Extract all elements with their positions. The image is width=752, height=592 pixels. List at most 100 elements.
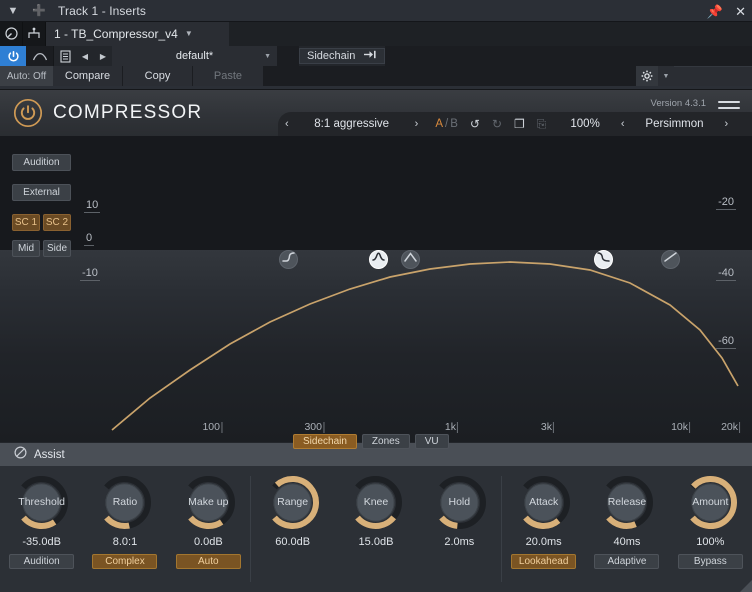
compare-button[interactable]: Compare (53, 66, 123, 86)
knob-toggle-audition[interactable]: Audition (9, 554, 74, 569)
host-transport-row: ◀ ▶ default* ▼ Sidechain (0, 46, 752, 66)
paste-button[interactable]: Paste (193, 66, 264, 86)
node-handle-2[interactable] (401, 250, 420, 269)
sidebar-item-sc2[interactable]: SC 2 (43, 214, 71, 231)
sidebar-item-audition[interactable]: Audition (12, 154, 71, 171)
sidebar-item-external[interactable]: External (12, 184, 71, 201)
ab-compare[interactable]: A/B (435, 118, 458, 130)
high-pass-icon (663, 250, 678, 269)
knob-knee[interactable]: Knee15.0dB- (335, 474, 417, 592)
x-axis-tick: 20k (721, 422, 740, 433)
knob-icon[interactable] (0, 22, 23, 46)
knob-toggle-auto[interactable]: Auto (176, 554, 241, 569)
auto-state-button[interactable]: Auto: Off (0, 66, 53, 86)
window-menu-icon[interactable]: ▼ (0, 0, 26, 22)
knob-dial[interactable]: Attack (515, 474, 572, 531)
external-label: External (12, 184, 71, 201)
ab-separator: / (445, 118, 448, 130)
ab-b-label[interactable]: B (450, 118, 458, 130)
knob-toggle-adaptive[interactable]: Adaptive (594, 554, 659, 569)
knob-dial[interactable]: Knee (347, 474, 404, 531)
sidebar-item-mid[interactable]: Mid (12, 240, 40, 257)
tab-sidechain[interactable]: Sidechain (293, 434, 357, 449)
x-axis-tick: 3k (541, 422, 554, 433)
knob-dial[interactable]: Threshold (13, 474, 70, 531)
bell-icon (371, 250, 386, 269)
plugin-slot-select[interactable]: 1 - TB_Compressor_v4 ▼ (46, 22, 229, 46)
sidechain-route-icon (364, 50, 377, 62)
redo-icon[interactable]: ↻ (492, 117, 502, 131)
node-handle-0[interactable] (279, 250, 298, 269)
plugin-power-button[interactable] (0, 46, 26, 66)
tab-vu[interactable]: VU (415, 434, 449, 449)
host-sidechain-button[interactable]: Sidechain (299, 48, 385, 64)
zoom-level[interactable]: 100% (570, 118, 599, 130)
gear-menu-arrow-icon[interactable]: ▼ (658, 66, 674, 86)
theme-name[interactable]: Persimmon (631, 118, 717, 130)
host-row2-filler (229, 22, 752, 46)
node-handle-1[interactable] (369, 250, 388, 269)
preset-name[interactable]: 8:1 aggressive (296, 118, 408, 130)
copy-icon[interactable]: ❐ (514, 117, 525, 131)
knob-dial[interactable]: Make up (180, 474, 237, 531)
x-axis-tick: 100 (202, 422, 222, 433)
assist-circle-icon (14, 446, 27, 464)
sidebar-item-side[interactable]: Side (43, 240, 71, 257)
theme-next-icon[interactable]: › (717, 118, 735, 130)
close-icon[interactable]: ✕ (735, 5, 746, 18)
plugin-header: COMPRESSOR Version 4.3.1 ‹ 8:1 aggressiv… (0, 90, 752, 136)
undo-icon[interactable]: ↺ (470, 117, 480, 131)
knob-value: 20.0ms (526, 536, 562, 548)
paste-icon[interactable]: ⎘ (537, 117, 547, 132)
host-title: Track 1 - Inserts (58, 4, 146, 18)
knob-toggle-complex[interactable]: Complex (92, 554, 157, 569)
resize-grip[interactable] (738, 578, 752, 592)
pin-icon[interactable]: 📌 (707, 5, 723, 18)
tab-zones[interactable]: Zones (362, 434, 410, 449)
sidechain-source-row: SC 1 SC 2 (12, 214, 71, 231)
knob-threshold[interactable]: Threshold-35.0dBAudition (1, 474, 83, 592)
knob-dial[interactable]: Ratio (96, 474, 153, 531)
page-title: COMPRESSOR (53, 102, 202, 124)
knob-value: 15.0dB (359, 536, 394, 548)
routing-icon[interactable] (23, 22, 46, 46)
izotope-power-logo (12, 97, 44, 129)
knob-dial[interactable]: Hold (431, 474, 488, 531)
knob-ratio[interactable]: Ratio8.0:1Complex (84, 474, 166, 592)
copy-button[interactable]: Copy (123, 66, 193, 86)
preset-list-icon[interactable] (54, 46, 76, 66)
knob-dial[interactable]: Range (264, 474, 321, 531)
y-axis-right-tick-2: -60 (716, 335, 736, 349)
knob-dial[interactable]: Release (598, 474, 655, 531)
version-label: Version 4.3.1 (651, 98, 706, 109)
preset-prev-button[interactable]: ◀ (76, 46, 94, 66)
y-axis-left-tick-2: -10 (80, 267, 100, 279)
knob-range[interactable]: Range60.0dB- (252, 474, 334, 592)
ab-a-label[interactable]: A (435, 118, 443, 130)
compressor-graph[interactable]: Audition External SC 1 SC 2 Mid Side 10 … (0, 136, 752, 442)
preset-prev-icon[interactable]: ‹ (278, 118, 296, 130)
theme-prev-icon[interactable]: ‹ (614, 118, 632, 130)
high-shelf-icon (596, 250, 611, 269)
knob-release[interactable]: Release40msAdaptive (586, 474, 668, 592)
preset-next-button[interactable]: ▶ (94, 46, 112, 66)
spacer (264, 66, 636, 86)
knob-group-shape: Range60.0dB-Knee15.0dB-Hold2.0ms- (251, 466, 501, 592)
preset-next-icon[interactable]: › (408, 118, 426, 130)
node-handle-3[interactable] (594, 250, 613, 269)
knob-panel: Threshold-35.0dBAuditionRatio8.0:1Comple… (0, 466, 752, 592)
knob-toggle-bypass[interactable]: Bypass (678, 554, 743, 569)
knob-amount[interactable]: Amount100%Bypass (669, 474, 751, 592)
node-handle-4[interactable] (661, 250, 680, 269)
knob-attack[interactable]: Attack 20.0ms Lookahead (503, 474, 585, 592)
automation-curve-icon[interactable] (26, 46, 53, 66)
knob-value: 0.0dB (194, 536, 223, 548)
host-preset-field[interactable]: default* ▼ (112, 46, 277, 66)
gear-icon[interactable] (636, 66, 658, 86)
knob-toggle-lookahead[interactable]: Lookahead (511, 554, 576, 569)
plus-icon[interactable]: ➕ (26, 0, 52, 22)
knob-dial[interactable]: Amount (682, 474, 739, 531)
knob-hold[interactable]: Hold2.0ms- (418, 474, 500, 592)
knob-make-up[interactable]: Make up 0.0dB Auto (167, 474, 249, 592)
sidebar-item-sc1[interactable]: SC 1 (12, 214, 40, 231)
